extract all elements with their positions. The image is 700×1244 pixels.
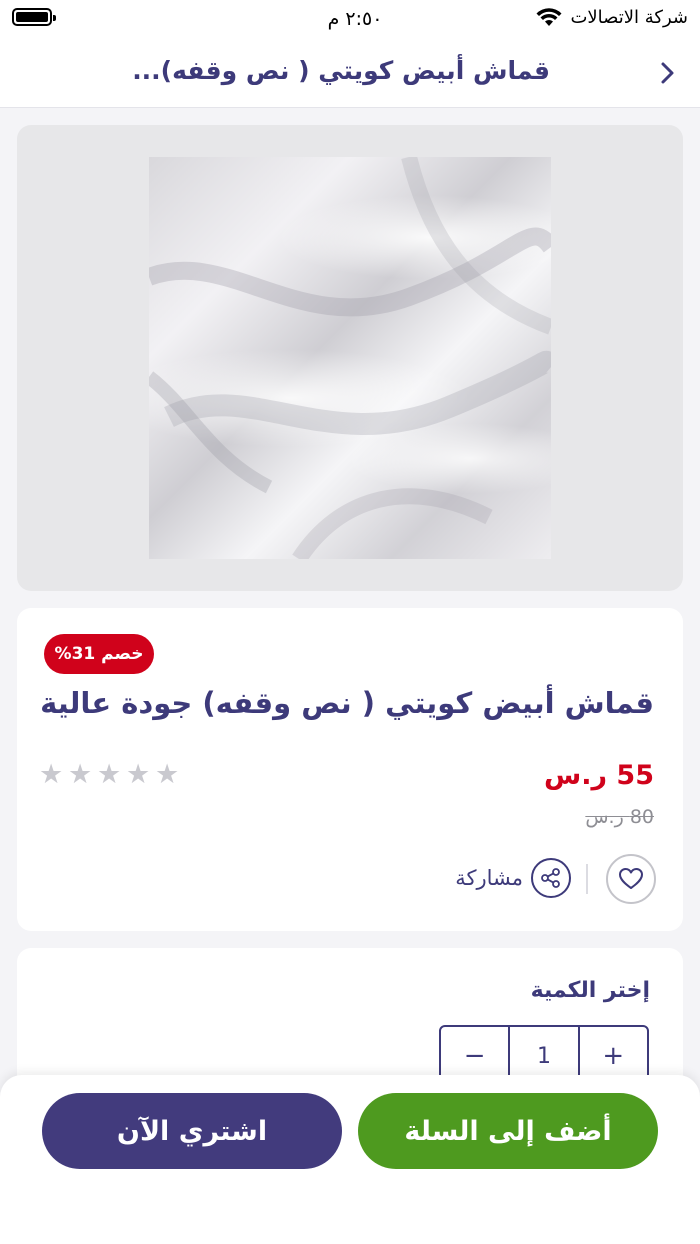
chevron-right-icon[interactable] [654, 58, 682, 88]
star-icon[interactable]: ★ [155, 761, 181, 788]
divider [586, 864, 588, 894]
star-icon[interactable]: ★ [39, 761, 65, 788]
favorite-button[interactable] [606, 854, 656, 904]
share-icon[interactable] [531, 858, 571, 898]
carrier-name: شركة الاتصالات [570, 7, 688, 28]
product-title: قماش أبيض كويتي ( نص وقفه) جودة عالية [40, 686, 654, 720]
buy-now-button[interactable]: اشتري الآن [42, 1093, 342, 1169]
product-info-card: خصم 31% قماش أبيض كويتي ( نص وقفه) جودة … [17, 608, 683, 931]
star-icon[interactable]: ★ [68, 761, 94, 788]
battery-icon [12, 8, 56, 26]
product-price: 55 ر.س [543, 760, 654, 791]
product-image[interactable] [149, 157, 551, 559]
product-image-card [17, 125, 683, 591]
share-label[interactable]: مشاركة [455, 866, 523, 890]
rating-stars[interactable]: ★ ★ ★ ★ ★ [39, 761, 181, 788]
star-icon[interactable]: ★ [97, 761, 123, 788]
add-to-cart-button[interactable]: أضف إلى السلة [358, 1093, 658, 1169]
status-bar: ٢:٥٠ م شركة الاتصالات [0, 0, 700, 40]
app-header: قماش أبيض كويتي ( نص وقفه)... [0, 40, 700, 108]
product-old-price: 80 ر.س [585, 806, 654, 828]
bottom-action-bar: اشتري الآن أضف إلى السلة [0, 1075, 700, 1244]
status-time: ٢:٥٠ م [327, 8, 383, 30]
carrier-info: شركة الاتصالات [536, 7, 688, 28]
share-button[interactable]: مشاركة [455, 858, 571, 898]
quantity-label: إختر الكمية [530, 978, 650, 1003]
heart-icon [619, 868, 643, 889]
discount-badge: خصم 31% [44, 634, 154, 674]
wifi-icon [536, 7, 562, 26]
star-icon[interactable]: ★ [126, 761, 152, 788]
page-title: قماش أبيض كويتي ( نص وقفه)... [132, 56, 550, 85]
